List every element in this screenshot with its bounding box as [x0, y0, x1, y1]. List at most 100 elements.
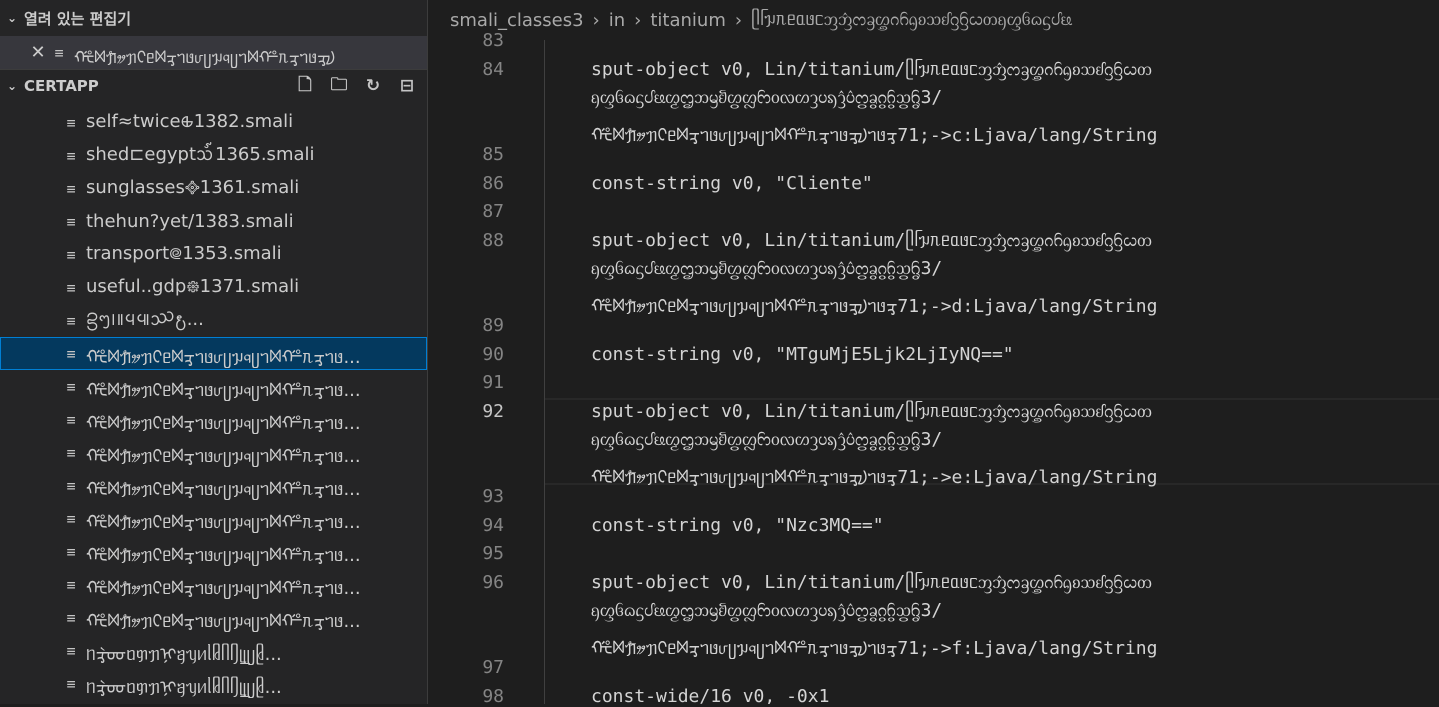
file-lines-icon: ≡ [50, 44, 68, 62]
code-line: sput-object v0, Lin/titanium/ᥫᥬᥭᥰᥱᥲᥳᥴ᥵᥶᥷… [591, 572, 1152, 594]
file-tree-item[interactable]: ≡ ᢚᡄᢂᥟᤦᥟᢗᥱᢂᢋᥐᥳᤙᥩᥭᤚᥩᥐᢂᢚᥰᢋᥐᥳ... [0, 535, 427, 568]
line-number: 88 [482, 230, 504, 251]
code-line: const-string v0, "Nzc3MQ==" [591, 515, 884, 536]
line-number: 92 [482, 401, 504, 422]
code-line-wrapped: ᢚᡄᢂᥟᤦᥟᢗᥱᢂᢋᥐᥳᤙᥩᥭᤚᥩᥐᢂᢚᥰᢋᥐᥳᢋᢧᥐᥳᢋ71;->d:Ljav… [591, 287, 1157, 318]
file-tree-item[interactable]: ≡ ᥒᢋᤧᡂᥝᥞᥟᢊᥠᥡᥢᥣᥤᥥᥦᥧᥨᥩᥪ... [0, 634, 427, 667]
file-lines-icon: ≡ [62, 576, 80, 594]
file-lines-icon: ≡ [62, 411, 80, 429]
line-number: 89 [482, 315, 504, 336]
explorer-sidebar: ⌄ 열려 있는 편집기 ✕ ≡ ᢚᡄᢂᥟᤦᥟᢗᥱᢂᢋᥐᥳᤙᥩᥭᤚᥩᥐᢂᢚᥰᢋᥐᥳ… [0, 0, 427, 704]
line-number: 93 [482, 486, 504, 507]
file-tree-item[interactable]: ≡ ᥒᢋᤧᡂᥝᥞᥟᢊᥠᥡᥢᥣᥤᥥᥦᥧᥨᥩᥪ... [0, 667, 427, 700]
file-tree-label: thehun?yet/1383.smali [86, 211, 294, 232]
file-lines-icon: ≡ [62, 246, 80, 264]
breadcrumb-item[interactable]: in [609, 10, 625, 31]
file-lines-icon: ≡ [62, 180, 80, 198]
file-tree-label: shed⊏egypt᪢1365.smali [86, 142, 315, 170]
new-folder-icon[interactable]: 🗀 [327, 75, 351, 97]
file-tree-label: ᥒᢋᤧᡂᥝᥞᥟᢊᥠᥡᥢᥣᥤᥥᥦᥧᥨᥩᥪ... [86, 635, 282, 666]
new-file-icon[interactable]: 🗋 [293, 75, 317, 97]
file-tree-item[interactable]: ≡ ᢚᡄᢂᥟᤦᥟᢗᥱᢂᢋᥐᥳᤙᥩᥭᤚᥩᥐᢂᢚᥰᢋᥐᥳ... [0, 337, 427, 370]
line-number: 94 [482, 515, 504, 536]
chevron-right-icon: › [735, 10, 742, 31]
line-number: 91 [482, 372, 504, 393]
file-tree: ≡ self≈twice᪡1382.smali ≡ shed⊏egypt᪢1365.s… [0, 106, 427, 704]
file-tree-item[interactable]: ≡ ᢚᡄᢂᥟᤦᥟᢗᥱᢂᢋᥐᥳᤙᥩᥭᤚᥩᥐᢂᢚᥰᢋᥐᥳ... [0, 436, 427, 469]
file-tree-item[interactable]: ≡ᥒᢋᤧᡂᥝᥞᥟᢊᥠᥡᥢᥣᥤᥥᥦᥧᥨᥩᥪ... [0, 700, 427, 704]
file-tree-label: self≈twice᪡1382.smali [86, 109, 293, 137]
file-tree-label: ᢚᡄᢂᥟᤦᥟᢗᥱᢂᢋᥐᥳᤙᥩᥭᤚᥩᥐᢂᢚᥰᢋᥐᥳ... [86, 371, 361, 402]
project-title: CERTAPP [24, 77, 99, 95]
line-number: 95 [482, 543, 504, 564]
open-editor-label: ᢚᡄᢂᥟᤦᥟᢗᥱᢂᢋᥐᥳᤙᥩᥭᤚᥩᥐᢂᢚᥰᢋᥐᥳᢋᢧ [74, 38, 335, 68]
file-lines-icon: ≡ [62, 444, 80, 462]
file-tree-item[interactable]: ≡ ᢚᡄᢂᥟᤦᥟᢗᥱᢂᢋᥐᥳᤙᥩᥭᤚᥩᥐᢂᢚᥰᢋᥐᥳ... [0, 502, 427, 535]
line-number: 85 [482, 144, 504, 165]
file-tree-label: ᢚᡄᢂᥟᤦᥟᢗᥱᢂᢋᥐᥳᤙᥩᥭᤚᥩᥐᢂᢚᥰᢋᥐᥳ... [86, 569, 361, 600]
file-tree-item[interactable]: ≡ thehun?yet/1383.smali [0, 205, 427, 238]
file-tree-item[interactable]: ≡ transport᪤1353.smali [0, 238, 427, 271]
file-tree-label: sunglasses᪣1361.smali [86, 175, 299, 203]
collapse-all-icon[interactable]: ⊟ [395, 75, 419, 97]
file-tree-label: transport᪤1353.smali [86, 241, 282, 269]
file-tree-item[interactable]: ≡ ᢚᡄᢂᥟᤦᥟᢗᥱᢂᢋᥐᥳᤙᥩᥭᤚᥩᥐᢂᢚᥰᢋᥐᥳ... [0, 403, 427, 436]
code-line: sput-object v0, Lin/titanium/ᥫᥬᥭᥰᥱᥲᥳᥴ᥵᥶᥷… [591, 230, 1152, 252]
file-tree-item[interactable]: ≡ self≈twice᪡1382.smali [0, 106, 427, 139]
code-line-wrapped: ᢚᡄᢂᥟᤦᥟᢗᥱᢂᢋᥐᥳᤙᥩᥭᤚᥩᥐᢂᢚᥰᢋᥐᥳᢋᢧᥐᥳᢋ71;->f:Ljav… [591, 629, 1157, 660]
file-tree-item[interactable]: ≡ sunglasses᪣1361.smali [0, 172, 427, 205]
file-tree-item[interactable]: ≡ ᢚᡄᢂᥟᤦᥟᢗᥱᢂᢋᥐᥳᤙᥩᥭᤚᥩᥐᢂᢚᥰᢋᥐᥳ... [0, 568, 427, 601]
file-lines-icon: ≡ [62, 642, 80, 660]
open-editors-title: 열려 있는 편집기 [24, 8, 131, 29]
project-header[interactable]: ⌄ CERTAPP 🗋 🗀 ↻ ⊟ [0, 69, 427, 102]
code-line-wrapped: ᦏᦐᦑᦒᦓᦔᦕᦖᦗᦘᦙᦚᦛᦜᦝᦞᦟᦠᦡᦢᦣᦤᦥᦦᦧᦨᦩᦪᦫ᦬᦭᦮᦯3/ [591, 429, 942, 451]
file-tree-label: ᢚᡄᢂᥟᤦᥟᢗᥱᢂᢋᥐᥳᤙᥩᥭᤚᥩᥐᢂᢚᥰᢋᥐᥳ... [86, 470, 361, 501]
close-icon[interactable]: ✕ [26, 42, 50, 63]
file-tree-item[interactable]: ≡ useful..gdp᪥1371.smali [0, 271, 427, 304]
code-line-wrapped: ᢚᡄᢂᥟᤦᥟᢗᥱᢂᢋᥐᥳᤙᥩᥭᤚᥩᥐᢂᢚᥰᢋᥐᥳᢋᢧᥐᥳᢋ71;->e:Ljav… [591, 458, 1157, 489]
file-lines-icon: ≡ [62, 510, 80, 528]
file-lines-icon: ≡ [62, 345, 80, 363]
line-number: 84 [482, 59, 504, 80]
file-tree-label: ᥒᢋᤧᡂᥝᥞᥟᢊᥠᥡᥢᥣᥤᥥᥦᥧᥨᥩᥪ... [86, 668, 282, 699]
code-line: sput-object v0, Lin/titanium/ᥫᥬᥭᥰᥱᥲᥳᥴ᥵᥶᥷… [591, 59, 1152, 81]
line-number: 97 [482, 657, 504, 678]
chevron-right-icon: › [634, 10, 641, 31]
file-lines-icon: ≡ [62, 609, 80, 627]
file-tree-item[interactable]: ≡ ᢚᡄᢂᥟᤦᥟᢗᥱᢂᢋᥐᥳᤙᥩᥭᤚᥩᥐᢂᢚᥰᢋᥐᥳ... [0, 601, 427, 634]
breadcrumb: smali_classes3 › in › titanium › ᥫᥬᥭᥰᥱᥲᥳᥴ᥵᥶᥷᥸᥹… [428, 0, 1439, 40]
file-lines-icon: ≡ [62, 114, 80, 132]
open-editors-header[interactable]: ⌄ 열려 있는 편집기 [0, 0, 427, 36]
breadcrumb-item[interactable]: titanium [650, 10, 726, 31]
breadcrumb-item[interactable]: ᥫᥬᥭᥰᥱᥲᥳᥴ᥵᥶᥷᥸᥹᥺᥻᥼᥽᥾᥿ᦀᦁᦂᦃᦄᦅᦆᦇᦈᦉᦊᦋᦌᦍᦎᦏᦐᦑᦒᦓᦔ… [751, 9, 1072, 31]
file-tree-label: ᢚᡄᢂᥟᤦᥟᢗᥱᢂᢋᥐᥳᤙᥩᥭᤚᥩᥐᢂᢚᥰᢋᥐᥳ... [86, 503, 361, 534]
chevron-down-icon: ⌄ [4, 79, 20, 93]
file-lines-icon: ≡ [62, 675, 80, 693]
project-actions: 🗋 🗀 ↻ ⊟ [293, 75, 419, 97]
line-number: 83 [482, 30, 504, 51]
line-number: 87 [482, 201, 504, 222]
file-tree-item[interactable]: ≡ shed⊏egypt᪢1365.smali [0, 139, 427, 172]
file-tree-label: ᢚᡄᢂᥟᤦᥟᢗᥱᢂᢋᥐᥳᤙᥩᥭᤚᥩᥐᢂᢚᥰᢋᥐᥳ... [86, 404, 361, 435]
file-tree-item[interactable]: ≡ ᢚᡄᢂᥟᤦᥟᢗᥱᢂᢋᥐᥳᤙᥩᥭᤚᥩᥐᢂᢚᥰᢋᥐᥳ... [0, 370, 427, 403]
code-line-wrapped: ᢚᡄᢂᥟᤦᥟᢗᥱᢂᢋᥐᥳᤙᥩᥭᤚᥩᥐᢂᢚᥰᢋᥐᥳᢋᢧᥐᥳᢋ71;->c:Ljav… [591, 116, 1157, 147]
line-number: 90 [482, 344, 504, 365]
line-number-gutter: 83 84 85 86 87 88 89 90 91 92 93 94 95 96 97 98 [428, 40, 544, 704]
breadcrumb-item[interactable]: smali_classes3 [450, 10, 584, 31]
file-lines-icon: ≡ [62, 477, 80, 495]
file-tree-label: useful..gdp᪥1371.smali [86, 274, 299, 302]
file-lines-icon: ≡ [62, 147, 80, 165]
file-tree-item[interactable]: ≡ ᪦ᪧ᪨᪩᪪᪫᪬᪭᪮᪯᪵᪰᪱᪲᪳᪴... [0, 304, 427, 337]
code-editor[interactable]: sput-object v0, Lin/titanium/ᥫᥬᥭᥰᥱᥲᥳᥴ᥵᥶᥷… [545, 40, 1439, 704]
line-number: 96 [482, 572, 504, 593]
open-editor-item[interactable]: ✕ ≡ ᢚᡄᢂᥟᤦᥟᢗᥱᢂᢋᥐᥳᤙᥩᥭᤚᥩᥐᢂᢚᥰᢋᥐᥳᢋᢧ [0, 36, 427, 69]
code-line-wrapped: ᦏᦐᦑᦒᦓᦔᦕᦖᦗᦘᦙᦚᦛᦜᦝᦞᦟᦠᦡᦢᦣᦤᦥᦦᦧᦨᦩᦪᦫ᦬᦭᦮᦯3/ [591, 87, 942, 109]
file-lines-icon: ≡ [62, 312, 80, 330]
code-line: const-string v0, "MTguMjE5Ljk2LjIyNQ==" [591, 344, 1014, 365]
file-tree-item[interactable]: ≡ ᢚᡄᢂᥟᤦᥟᢗᥱᢂᢋᥐᥳᤙᥩᥭᤚᥩᥐᢂᢚᥰᢋᥐᥳ... [0, 469, 427, 502]
file-tree-label: ᢚᡄᢂᥟᤦᥟᢗᥱᢂᢋᥐᥳᤙᥩᥭᤚᥩᥐᢂᢚᥰᢋᥐᥳ... [86, 602, 361, 633]
code-line-wrapped: ᦏᦐᦑᦒᦓᦔᦕᦖᦗᦘᦙᦚᦛᦜᦝᦞᦟᦠᦡᦢᦣᦤᦥᦦᦧᦨᦩᦪᦫ᦬᦭᦮᦯3/ [591, 600, 942, 622]
chevron-down-icon: ⌄ [4, 11, 20, 25]
file-lines-icon: ≡ [62, 279, 80, 297]
refresh-icon[interactable]: ↻ [361, 75, 385, 97]
